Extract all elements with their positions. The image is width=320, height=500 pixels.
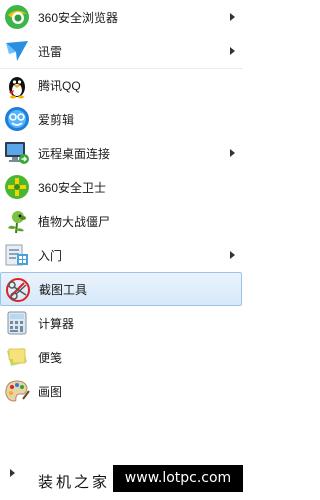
360-safe-icon [3, 173, 31, 201]
360-browser-icon [3, 3, 31, 31]
menu-item-label: 远程桌面连接 [38, 146, 111, 161]
submenu-arrow-icon [230, 149, 235, 157]
menu-item-label: 360安全浏览器 [38, 10, 119, 25]
menu-item-paint[interactable]: 画图 [0, 374, 243, 408]
menu-item-label: 入门 [38, 248, 63, 263]
menu-item-remote-desktop[interactable]: 远程桌面连接 [0, 136, 243, 170]
menu-item-360-safe[interactable]: 360安全卫士 [0, 170, 243, 204]
menu-item-getting-started[interactable]: 入门 [0, 238, 243, 272]
remote-desktop-icon [3, 139, 31, 167]
all-programs-footer[interactable]: 装机之家 www.lotpc.com [0, 462, 243, 500]
menu-item-xunlei[interactable]: 迅雷 [0, 34, 243, 68]
start-menu-program-list: 360安全浏览器 迅雷 腾讯QQ 爱剪辑 远程桌面连接 360安全卫士 植物大战… [0, 0, 243, 408]
menu-item-label: 迅雷 [38, 44, 63, 59]
menu-item-snipping-tool[interactable]: 截图工具 [0, 272, 242, 306]
aijianji-icon [3, 105, 31, 133]
menu-item-360-browser[interactable]: 360安全浏览器 [0, 0, 243, 34]
menu-item-label: 计算器 [38, 316, 75, 331]
all-programs-arrow-icon[interactable] [10, 469, 15, 477]
menu-item-aijianji[interactable]: 爱剪辑 [0, 102, 243, 136]
calculator-icon [3, 309, 31, 337]
menu-item-calculator[interactable]: 计算器 [0, 306, 243, 340]
menu-item-qq[interactable]: 腾讯QQ [0, 68, 243, 102]
menu-item-label: 画图 [38, 384, 63, 399]
qq-penguin-icon [3, 72, 31, 100]
menu-item-label: 截图工具 [39, 282, 88, 297]
menu-item-label: 植物大战僵尸 [38, 214, 111, 229]
watermark-text: 装机之家 [38, 473, 111, 491]
submenu-arrow-icon [230, 13, 235, 21]
submenu-arrow-icon [230, 47, 235, 55]
menu-item-sticky-notes[interactable]: 便笺 [0, 340, 243, 374]
xunlei-icon [3, 37, 31, 65]
getting-started-icon [3, 241, 31, 269]
watermark-url: www.lotpc.com [113, 465, 243, 492]
menu-item-label: 爱剪辑 [38, 112, 75, 127]
menu-item-label: 360安全卫士 [38, 180, 107, 195]
plants-vs-zombies-icon [3, 207, 31, 235]
sticky-notes-icon [3, 343, 31, 371]
menu-item-label: 腾讯QQ [38, 79, 81, 93]
menu-item-label: 便笺 [38, 350, 63, 365]
paint-icon [3, 377, 31, 405]
snipping-tool-icon [4, 276, 32, 304]
submenu-arrow-icon [230, 251, 235, 259]
menu-item-plants-vs-zombies[interactable]: 植物大战僵尸 [0, 204, 243, 238]
